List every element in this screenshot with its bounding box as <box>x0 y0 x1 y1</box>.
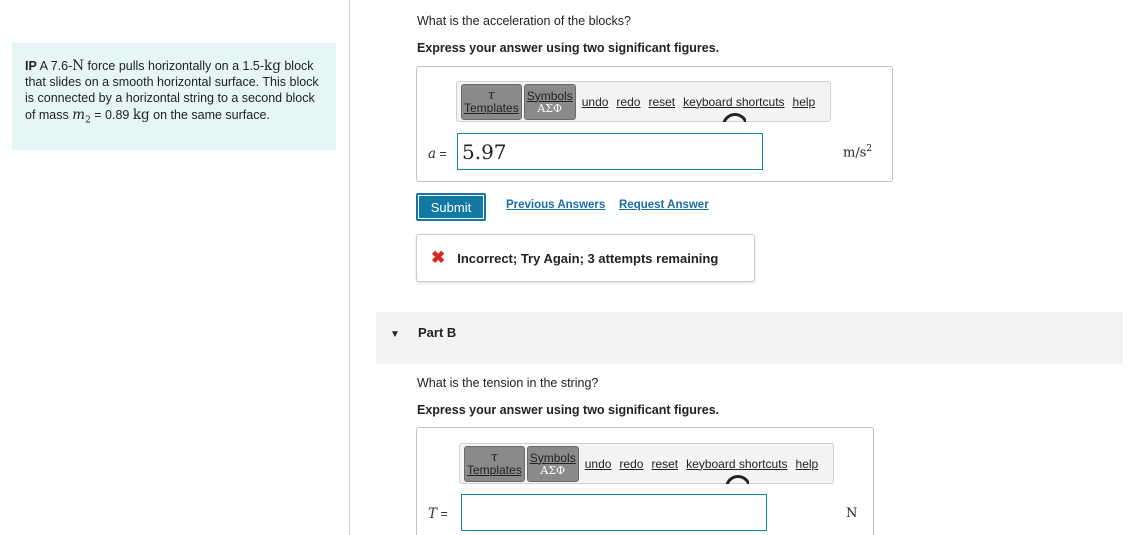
tau-icon: τ <box>487 87 495 103</box>
symbols-button[interactable]: Symbols AΣΦ <box>523 83 576 120</box>
request-answer-link[interactable]: Request Answer <box>619 199 709 211</box>
keyboard-shortcuts-button[interactable]: keyboard shortcuts <box>686 457 787 471</box>
part-b-variable-label: T = <box>428 506 448 522</box>
help-button[interactable]: help <box>793 95 816 109</box>
incorrect-feedback: ✖ Incorrect; Try Again; 3 attempts remai… <box>416 234 755 282</box>
greek-symbols-icon: AΣΦ <box>537 101 563 115</box>
feedback-text: Incorrect; Try Again; 3 attempts remaini… <box>457 250 719 266</box>
keyboard-arc-icon <box>722 110 746 122</box>
redo-button[interactable]: redo <box>616 95 640 109</box>
reset-button[interactable]: reset <box>648 95 675 109</box>
undo-button[interactable]: undo <box>582 95 609 109</box>
templates-button[interactable]: τ Templates <box>461 83 522 120</box>
keyboard-arc-icon <box>725 472 749 484</box>
part-b-question: What is the tension in the string? <box>417 376 599 390</box>
incorrect-x-icon: ✖ <box>431 248 446 267</box>
collapse-arrow-icon[interactable]: ▼ <box>390 329 400 340</box>
part-a-answer-panel: τ Templates Symbols AΣΦ undo redo reset … <box>416 66 893 182</box>
symbols-button[interactable]: Symbols AΣΦ <box>526 445 579 482</box>
part-b-unit: N <box>846 506 858 521</box>
part-b-answer-panel: τ Templates Symbols AΣΦ undo redo reset … <box>416 427 874 535</box>
part-a-toolbar: τ Templates Symbols AΣΦ undo redo reset … <box>456 81 831 122</box>
part-b-header[interactable]: ▼ Part B <box>376 312 1123 364</box>
templates-button[interactable]: τ Templates <box>464 445 525 482</box>
part-b-toolbar: τ Templates Symbols AΣΦ undo redo reset … <box>459 443 834 484</box>
tau-icon: τ <box>490 449 498 465</box>
previous-answers-link[interactable]: Previous Answers <box>506 199 605 211</box>
part-b-answer-input[interactable] <box>461 494 767 531</box>
part-a-variable-label: a = <box>428 146 447 162</box>
greek-symbols-icon: AΣΦ <box>540 463 566 477</box>
column-divider <box>349 0 350 535</box>
reset-button[interactable]: reset <box>651 457 678 471</box>
part-a-unit: m/s2 <box>843 144 873 161</box>
keyboard-shortcuts-button[interactable]: keyboard shortcuts <box>683 95 784 109</box>
problem-prefix: IP <box>25 59 37 73</box>
undo-button[interactable]: undo <box>585 457 612 471</box>
redo-button[interactable]: redo <box>619 457 643 471</box>
problem-statement: IP A 7.6-N force pulls horizontally on a… <box>12 43 336 150</box>
part-b-instruction: Express your answer using two significan… <box>417 403 720 417</box>
part-a-answer-input[interactable]: 5.97 <box>457 133 763 170</box>
part-b-title: Part B <box>418 325 457 340</box>
part-a-instruction: Express your answer using two significan… <box>417 41 720 55</box>
submit-button[interactable]: Submit <box>416 193 486 221</box>
part-a-question: What is the acceleration of the blocks? <box>417 14 632 28</box>
help-button[interactable]: help <box>796 457 819 471</box>
